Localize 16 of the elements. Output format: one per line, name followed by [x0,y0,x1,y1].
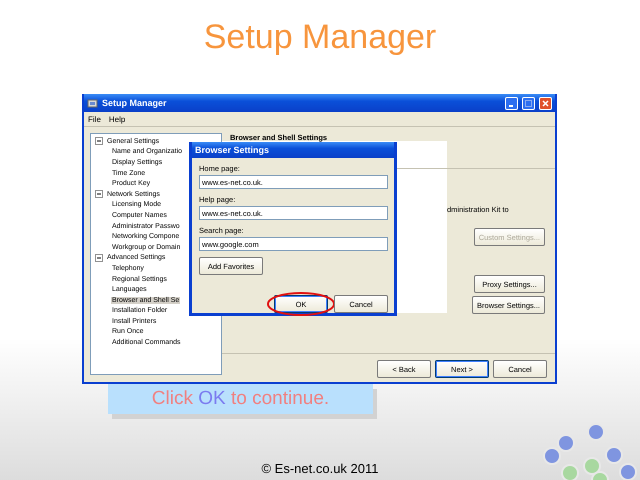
collapse-icon[interactable] [95,190,103,198]
maximize-button[interactable] [522,96,535,110]
collapse-icon[interactable] [95,254,103,262]
window-title: Setup Manager [102,98,168,108]
app-icon [87,98,98,108]
menu-item[interactable]: Help [108,114,126,124]
copyright-text: © Es-net.co.uk 2011 [260,461,380,476]
callout-text: Click OK to continue. [152,388,330,410]
close-button[interactable] [539,96,552,110]
collapse-icon[interactable] [95,137,103,146]
maximize-icon [525,100,532,106]
slide-title: Setup Manager [204,18,436,58]
dialog-title: Browser Settings [195,145,270,155]
close-icon [542,100,549,106]
menu-item[interactable]: File [88,114,101,124]
minimize-button[interactable] [505,96,518,110]
